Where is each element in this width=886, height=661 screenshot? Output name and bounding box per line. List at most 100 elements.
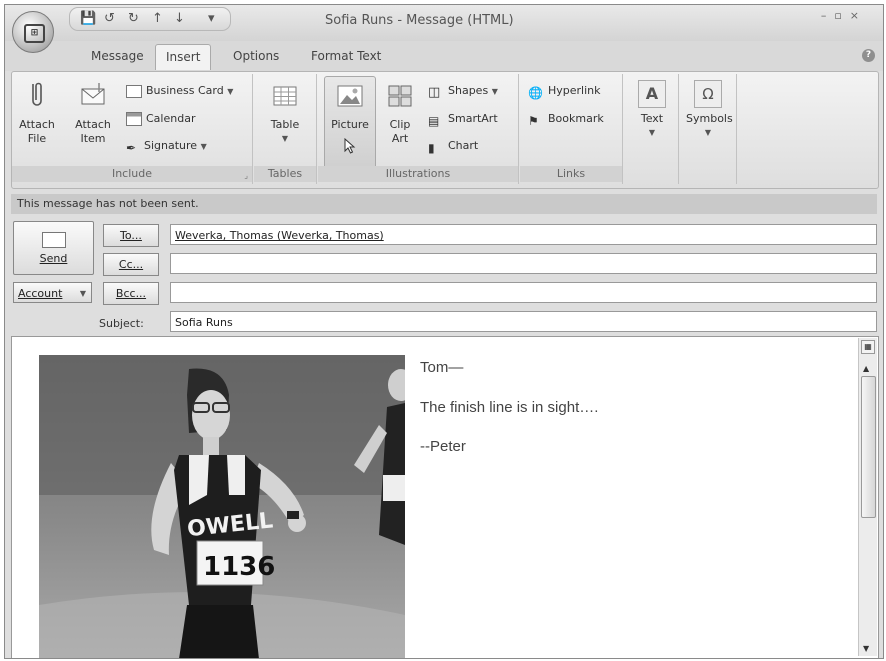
- text-label: Text: [640, 112, 664, 125]
- previous-item-icon[interactable]: ↑: [152, 11, 163, 26]
- group-illustrations: Picture Clip Art ◫ Shapes ▼ ▤ SmartArt ▮ Ch…: [318, 74, 519, 184]
- close-icon[interactable]: ×: [850, 9, 867, 22]
- subject-field[interactable]: Sofia Runs: [170, 311, 877, 332]
- bcc-field[interactable]: [170, 282, 877, 303]
- mouse-pointer-icon: [344, 137, 356, 154]
- to-field[interactable]: Weverka, Thomas (Weverka, Thomas): [170, 224, 877, 245]
- attach-file-button[interactable]: Attach File: [16, 80, 58, 146]
- picture-button[interactable]: Picture: [326, 80, 374, 158]
- help-icon[interactable]: ?: [862, 49, 875, 62]
- bcc-button[interactable]: Bcc...: [103, 282, 159, 305]
- signature-button[interactable]: ✒ Signature ▼: [126, 137, 207, 155]
- message-body[interactable]: OWELL 1136 Tom— The finish line is in si…: [11, 336, 879, 658]
- bib-number: 1136: [203, 552, 275, 582]
- tab-message[interactable]: Message: [91, 49, 144, 63]
- chevron-down-icon: ▼: [648, 128, 656, 137]
- message-signoff: --Peter: [420, 438, 466, 455]
- send-button[interactable]: Send: [13, 221, 94, 275]
- picture-icon: [337, 85, 363, 107]
- chart-label: Chart: [448, 139, 479, 152]
- scrollbar-thumb[interactable]: [861, 376, 876, 518]
- symbols-button[interactable]: Ω Symbols ▼: [686, 80, 733, 140]
- chevron-down-icon: ▼: [704, 128, 712, 137]
- window-title: Sofia Runs - Message (HTML): [325, 13, 514, 28]
- paperclip-icon: [32, 82, 42, 106]
- chevron-down-icon: ▼: [200, 142, 207, 151]
- group-label-illustrations: Illustrations: [318, 166, 518, 182]
- maximize-icon[interactable]: ▫: [834, 9, 849, 22]
- next-item-icon[interactable]: ↓: [174, 11, 185, 26]
- clip-art-button[interactable]: Clip Art: [380, 80, 420, 146]
- title-bar: 💾 ↺ ↻ ↑ ↓ ▾ Sofia Runs - Message (HTML) …: [5, 5, 883, 41]
- redo-icon[interactable]: ↻: [128, 11, 139, 26]
- shapes-label: Shapes: [448, 84, 489, 97]
- send-envelope-icon: [41, 232, 66, 248]
- save-icon[interactable]: 💾: [80, 11, 96, 26]
- picture-label: Picture: [331, 118, 369, 131]
- group-include: Attach File Attach Item Business Card ▼ …: [12, 74, 253, 184]
- group-symbols: Ω Symbols ▼: [680, 74, 737, 184]
- table-label: Table: [270, 118, 300, 131]
- bookmark-icon: ⚑: [528, 114, 539, 128]
- chevron-down-icon: ▼: [281, 134, 289, 143]
- business-card-button[interactable]: Business Card ▼: [126, 82, 233, 100]
- dialog-launcher-icon[interactable]: ⌟: [244, 171, 248, 180]
- table-button[interactable]: Table ▼: [262, 80, 308, 146]
- vertical-scrollbar[interactable]: ▦ ▲ ▼: [858, 338, 877, 656]
- smartart-button[interactable]: ▤ SmartArt: [428, 110, 498, 128]
- envelope-attach-icon: [81, 83, 105, 105]
- bookmark-button[interactable]: ⚑ Bookmark: [528, 110, 604, 128]
- group-tables: Table ▼ Tables: [254, 74, 317, 184]
- table-icon: [273, 86, 297, 106]
- smartart-icon: ▤: [428, 114, 440, 128]
- tab-options[interactable]: Options: [233, 49, 279, 63]
- ribbon-tabs: Message Insert Options Format Text ?: [5, 41, 883, 71]
- hyperlink-button[interactable]: 🌐 Hyperlink: [528, 82, 601, 100]
- bookmark-label: Bookmark: [548, 112, 604, 125]
- bar-chart-icon: ▮: [428, 141, 435, 155]
- omega-icon: Ω: [694, 80, 722, 108]
- tab-format-text[interactable]: Format Text: [311, 49, 381, 63]
- chart-button[interactable]: ▮ Chart: [428, 137, 478, 155]
- send-label: Send: [39, 252, 68, 265]
- hyperlink-label: Hyperlink: [548, 84, 601, 97]
- runner-photo[interactable]: OWELL 1136: [39, 355, 405, 658]
- customize-toolbar-icon[interactable]: ▾: [208, 11, 215, 26]
- smartart-label: SmartArt: [448, 112, 498, 125]
- text-box-icon: A: [638, 80, 666, 108]
- account-button[interactable]: Account ▼: [13, 282, 92, 303]
- attach-item-label: Attach Item: [75, 118, 111, 145]
- scroll-down-icon[interactable]: ▼: [863, 644, 869, 653]
- calendar-label: Calendar: [146, 112, 196, 125]
- chevron-down-icon: ▼: [79, 289, 86, 298]
- clip-art-label: Clip Art: [389, 118, 411, 145]
- cc-button[interactable]: Cc...: [103, 253, 159, 276]
- undo-icon[interactable]: ↺: [104, 11, 115, 26]
- cc-field[interactable]: [170, 253, 877, 274]
- message-greeting: Tom—: [420, 359, 464, 376]
- scroll-up-icon[interactable]: ▲: [863, 364, 869, 373]
- attach-file-label: Attach File: [19, 118, 55, 145]
- outlook-message-window: 💾 ↺ ↻ ↑ ↓ ▾ Sofia Runs - Message (HTML) …: [4, 4, 884, 659]
- ribbon: Attach File Attach Item Business Card ▼ …: [11, 71, 879, 189]
- minimize-icon[interactable]: –: [821, 9, 835, 22]
- quick-access-toolbar: 💾 ↺ ↻ ↑ ↓ ▾: [69, 7, 231, 31]
- to-button[interactable]: To...: [103, 224, 159, 247]
- account-label: Account: [18, 287, 63, 300]
- shapes-button[interactable]: ◫ Shapes ▼: [428, 82, 498, 100]
- shapes-icon: ◫: [428, 85, 441, 100]
- office-button[interactable]: ⊞: [12, 11, 54, 53]
- tab-insert[interactable]: Insert: [155, 44, 212, 70]
- ruler-toggle-icon[interactable]: ▦: [861, 340, 875, 354]
- attach-item-button[interactable]: Attach Item: [72, 80, 114, 146]
- text-button[interactable]: A Text ▼: [632, 80, 672, 140]
- group-label-links: Links: [520, 166, 622, 182]
- group-label-tables: Tables: [254, 166, 316, 182]
- subject-label: Subject:: [99, 317, 144, 330]
- runner-photo-image: OWELL 1136: [39, 355, 405, 658]
- chevron-down-icon: ▼: [491, 87, 498, 96]
- calendar-button[interactable]: Calendar: [126, 110, 195, 128]
- business-card-label: Business Card: [146, 84, 224, 97]
- window-controls: –▫×: [821, 9, 867, 22]
- calendar-icon: [126, 112, 142, 126]
